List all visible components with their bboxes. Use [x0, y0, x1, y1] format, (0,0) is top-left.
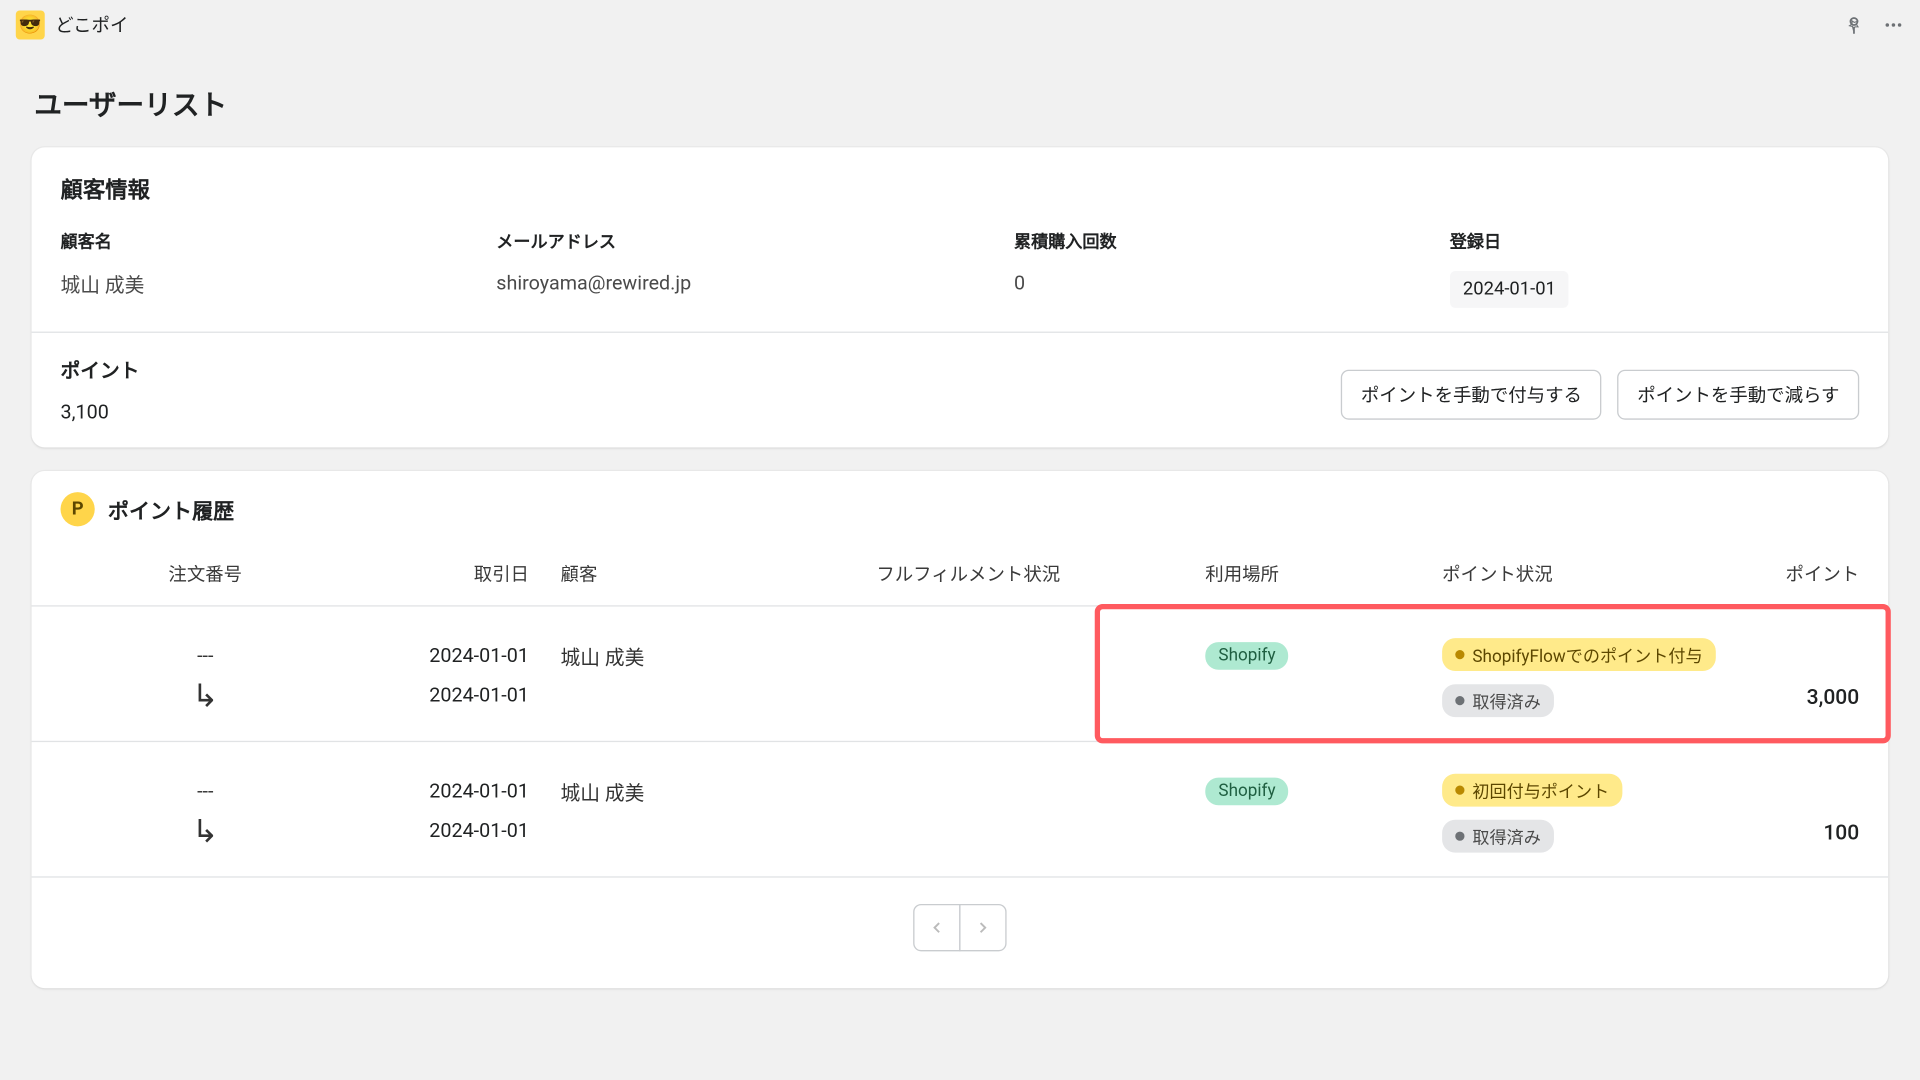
app-name: どこポイ — [55, 12, 128, 38]
next-page-button[interactable] — [959, 904, 1006, 951]
status-pill-reason: 初回付与ポイント — [1442, 774, 1622, 807]
points-history-title: ポイント履歴 — [108, 493, 234, 525]
history-row: --- ↳ 2024-01-01 2024-01-01 城山 成美 Shopif… — [32, 742, 1889, 878]
transaction-date-secondary: 2024-01-01 — [350, 683, 529, 707]
sub-arrow-icon: ↳ — [61, 813, 350, 850]
page-title: ユーザーリスト — [34, 84, 1888, 123]
pin-icon[interactable] — [1843, 14, 1864, 35]
col-location: 利用場所 — [1205, 561, 1442, 587]
points-badge-icon: P — [61, 492, 95, 526]
value-registered: 2024-01-01 — [1450, 271, 1569, 308]
location-pill: Shopify — [1205, 778, 1288, 806]
prev-page-button[interactable] — [913, 904, 960, 951]
order-number: --- — [61, 643, 350, 667]
transaction-date-primary: 2024-01-01 — [350, 779, 529, 803]
row-customer: 城山 成美 — [561, 630, 877, 671]
grant-points-button[interactable]: ポイントを手動で付与する — [1341, 370, 1602, 420]
reduce-points-button[interactable]: ポイントを手動で減らす — [1617, 370, 1859, 420]
topbar: 😎 どこポイ — [0, 0, 1920, 50]
order-number: --- — [61, 779, 350, 803]
value-purchase-count: 0 — [1014, 271, 1423, 295]
row-customer: 城山 成美 — [561, 766, 877, 807]
sub-arrow-icon: ↳ — [61, 678, 350, 715]
transaction-date-primary: 2024-01-01 — [350, 643, 529, 667]
status-pill-state: 取得済み — [1442, 820, 1554, 853]
col-customer: 顧客 — [561, 561, 877, 587]
history-row: --- ↳ 2024-01-01 2024-01-01 城山 成美 Shopif… — [32, 607, 1889, 743]
status-pill-reason: ShopifyFlowでのポイント付与 — [1442, 638, 1716, 671]
col-order: 注文番号 — [61, 561, 350, 587]
row-points: 100 — [1784, 766, 1859, 853]
label-email: メールアドレス — [496, 228, 987, 253]
chevron-left-icon — [928, 918, 946, 936]
col-fulfillment: フルフィルメント状況 — [876, 561, 1205, 587]
pagination — [32, 878, 1889, 989]
history-table-header: 注文番号 取引日 顧客 フルフィルメント状況 利用場所 ポイント状況 ポイント — [32, 537, 1889, 607]
label-customer-name: 顧客名 — [61, 228, 470, 253]
points-history-card: P ポイント履歴 注文番号 取引日 顧客 フルフィルメント状況 利用場所 ポイン… — [32, 471, 1889, 988]
customer-info-card: 顧客情報 顧客名 城山 成美 メールアドレス shiroyama@rewired… — [32, 147, 1889, 447]
customer-info-title: 顧客情報 — [61, 171, 1860, 204]
label-points: ポイント — [61, 357, 140, 385]
status-pill-state: 取得済み — [1442, 684, 1554, 717]
location-pill: Shopify — [1205, 642, 1288, 670]
value-email: shiroyama@rewired.jp — [496, 271, 987, 295]
label-registered: 登録日 — [1450, 228, 1859, 253]
col-points: ポイント — [1784, 561, 1859, 587]
transaction-date-secondary: 2024-01-01 — [350, 818, 529, 842]
col-status: ポイント状況 — [1442, 561, 1784, 587]
row-points: 3,000 — [1784, 630, 1859, 717]
value-points: 3,100 — [61, 400, 140, 424]
app-icon: 😎 — [16, 11, 45, 40]
value-customer-name: 城山 成美 — [61, 271, 470, 299]
more-icon[interactable] — [1883, 14, 1904, 35]
label-purchase-count: 累積購入回数 — [1014, 228, 1423, 253]
col-date: 取引日 — [350, 561, 561, 587]
chevron-right-icon — [974, 918, 992, 936]
